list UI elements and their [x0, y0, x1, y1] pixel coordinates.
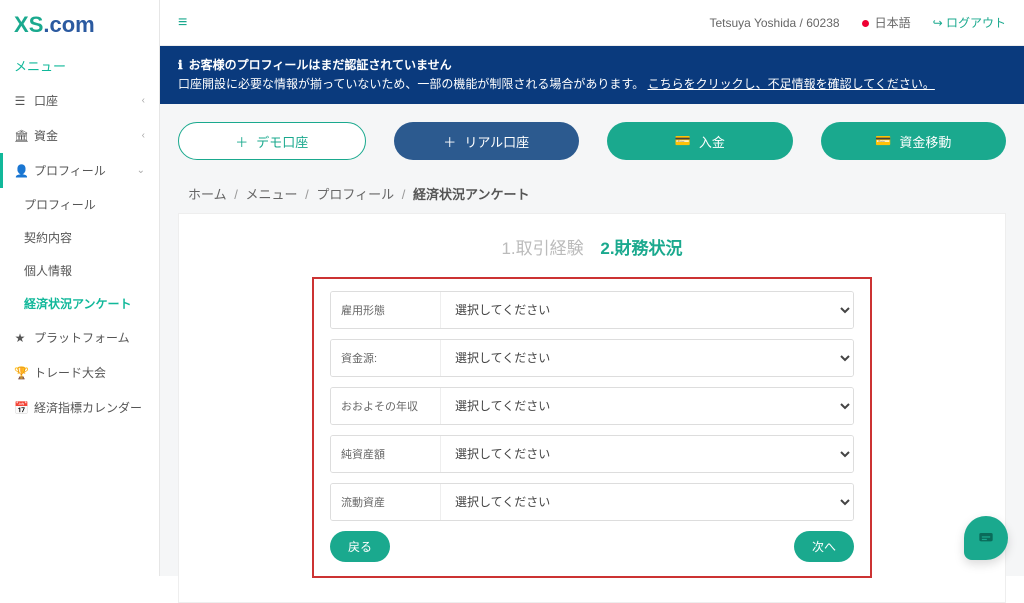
sidebar-sub-profile[interactable]: プロフィール — [0, 188, 159, 221]
back-button[interactable]: 戻る — [330, 531, 390, 562]
sidebar-item-funds[interactable]: 🏛 資金 ‹ — [0, 118, 159, 153]
sidebar-item-label: トレード大会 — [34, 364, 106, 381]
menu-title: メニュー — [0, 46, 159, 83]
language-link[interactable]: 日本語 — [862, 14, 911, 31]
label-income: おおよその年収 — [331, 388, 441, 424]
step-2-label: 財務状況 — [615, 239, 683, 258]
deposit-button[interactable]: 💳 入金 — [607, 122, 793, 160]
label-liquid: 流動資産 — [331, 484, 441, 520]
building-icon: 🏛 — [14, 129, 26, 143]
sidebar-item-label: 経済指標カレンダー — [34, 399, 142, 416]
form-buttons: 戻る 次へ — [330, 531, 854, 562]
list-icon: ☰ — [14, 94, 26, 108]
info-icon: ℹ — [178, 56, 183, 75]
breadcrumb-current: 経済状況アンケート — [413, 187, 529, 202]
sidebar-item-label: 口座 — [34, 92, 58, 109]
select-liquid[interactable]: 選択してください — [441, 484, 853, 520]
form-card: 1.取引経験 2.財務状況 雇用形態 選択してください 資金源: 選択してくださ… — [178, 213, 1006, 603]
topbar-right: Tetsuya Yoshida / 60238 日本語 ↪ ログアウト — [709, 14, 1006, 31]
menu-toggle-icon[interactable]: ≡ — [178, 14, 187, 32]
topbar: ≡ Tetsuya Yoshida / 60238 日本語 ↪ ログアウト — [160, 0, 1024, 46]
sidebar-item-competition[interactable]: 🏆 トレード大会 — [0, 355, 159, 390]
verification-alert: ℹ お客様のプロフィールはまだ認証されていません 口座開設に必要な情報が揃っていな… — [160, 46, 1024, 104]
chevron-left-icon: ‹ — [142, 95, 145, 106]
breadcrumb-profile[interactable]: プロフィール — [316, 187, 394, 202]
select-networth[interactable]: 選択してください — [441, 436, 853, 472]
next-button[interactable]: 次へ — [794, 531, 854, 562]
chat-fab[interactable] — [964, 516, 1008, 560]
breadcrumb: ホーム / メニュー / プロフィール / 経済状況アンケート — [160, 170, 1024, 213]
step-indicator: 1.取引経験 2.財務状況 — [199, 234, 985, 259]
chat-icon — [976, 528, 996, 548]
sidebar-item-calendar[interactable]: 📅 経済指標カレンダー — [0, 390, 159, 425]
breadcrumb-menu[interactable]: メニュー — [246, 187, 298, 202]
sidebar-sub-personal[interactable]: 個人情報 — [0, 254, 159, 287]
action-row: ＋ デモ口座 ＋ リアル口座 💳 入金 💳 資金移動 — [160, 104, 1024, 170]
sidebar-item-label: プラットフォーム — [34, 329, 130, 346]
sidebar-sub-survey[interactable]: 経済状況アンケート — [0, 287, 159, 320]
content: ≡ Tetsuya Yoshida / 60238 日本語 ↪ ログアウト ℹお… — [160, 0, 1024, 576]
field-source: 資金源: 選択してください — [330, 339, 854, 377]
field-networth: 純資産額 選択してください — [330, 435, 854, 473]
label-employment: 雇用形態 — [331, 292, 441, 328]
label-source: 資金源: — [331, 340, 441, 376]
alert-body: 口座開設に必要な情報が揃っていないため、一部の機能が制限される場合があります。 — [178, 77, 644, 91]
select-source[interactable]: 選択してください — [441, 340, 853, 376]
alert-link[interactable]: こちらをクリックし、不足情報を確認してください。 — [648, 77, 935, 91]
field-liquid: 流動資産 選択してください — [330, 483, 854, 521]
chevron-left-icon: ‹ — [142, 130, 145, 141]
star-icon: ★ — [14, 331, 26, 345]
step-1-label: 取引経験 — [516, 239, 584, 258]
transfer-button[interactable]: 💳 資金移動 — [821, 122, 1007, 160]
field-income: おおよその年収 選択してください — [330, 387, 854, 425]
form-box: 雇用形態 選択してください 資金源: 選択してください おおよその年収 選択して… — [312, 277, 872, 578]
sidebar-item-label: プロフィール — [34, 162, 106, 179]
alert-title: お客様のプロフィールはまだ認証されていません — [189, 56, 452, 75]
breadcrumb-home[interactable]: ホーム — [188, 187, 227, 202]
select-income[interactable]: 選択してください — [441, 388, 853, 424]
label-networth: 純資産額 — [331, 436, 441, 472]
select-employment[interactable]: 選択してください — [441, 292, 853, 328]
user-link[interactable]: Tetsuya Yoshida / 60238 — [709, 16, 839, 30]
logo: XS.com — [0, 0, 159, 46]
field-employment: 雇用形態 選択してください — [330, 291, 854, 329]
flag-icon — [862, 20, 869, 27]
sidebar-sub-contract[interactable]: 契約内容 — [0, 221, 159, 254]
real-account-button[interactable]: ＋ リアル口座 — [394, 122, 580, 160]
sidebar-item-platform[interactable]: ★ プラットフォーム — [0, 320, 159, 355]
trophy-icon: 🏆 — [14, 366, 26, 380]
sidebar-item-profile[interactable]: 👤 プロフィール ⌄ — [0, 153, 159, 188]
chevron-down-icon: ⌄ — [137, 165, 145, 176]
sidebar-item-label: 資金 — [34, 127, 58, 144]
user-icon: 👤 — [14, 164, 26, 178]
logout-link[interactable]: ↪ ログアウト — [933, 14, 1006, 31]
sidebar: XS.com メニュー ☰ 口座 ‹ 🏛 資金 ‹ 👤 プロフィール ⌄ プロフィール… — [0, 0, 160, 576]
demo-account-button[interactable]: ＋ デモ口座 — [178, 122, 366, 160]
sidebar-item-account[interactable]: ☰ 口座 ‹ — [0, 83, 159, 118]
calendar-icon: 📅 — [14, 401, 26, 415]
